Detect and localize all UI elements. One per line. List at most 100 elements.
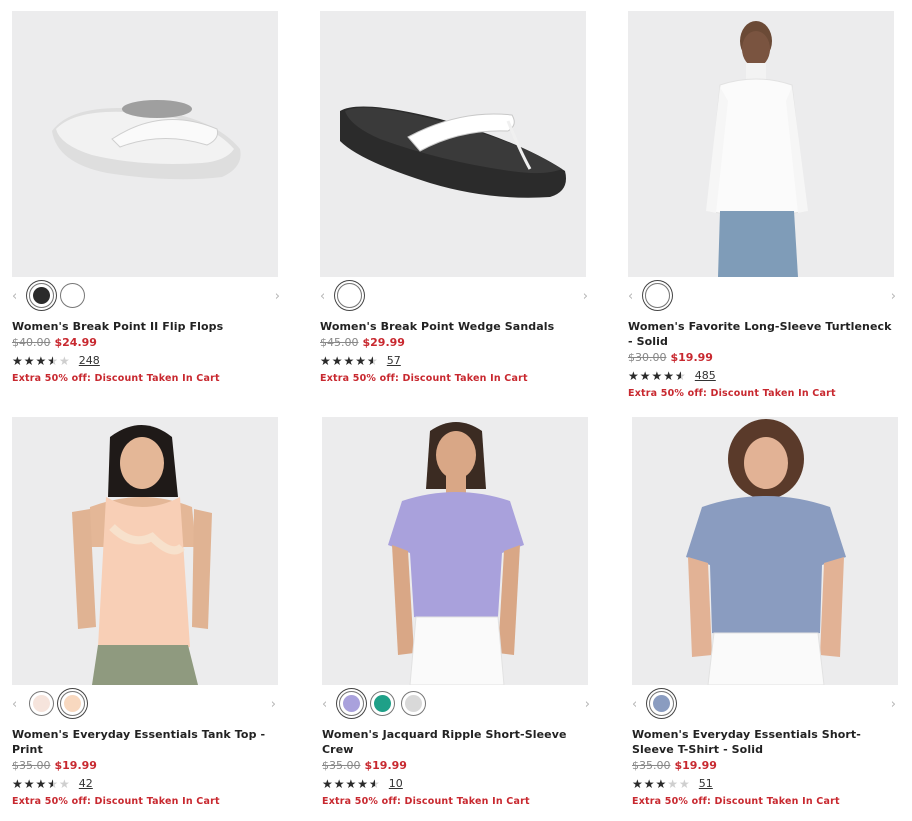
star-filled-icon: ★★★★★ bbox=[12, 353, 53, 368]
chevron-left-icon[interactable]: ‹ bbox=[320, 289, 325, 304]
chevron-left-icon[interactable]: ‹ bbox=[322, 697, 327, 712]
chevron-right-icon[interactable]: › bbox=[585, 697, 590, 712]
sale-price: $29.99 bbox=[362, 336, 405, 349]
product-image[interactable] bbox=[322, 417, 588, 685]
review-count-link[interactable]: 248 bbox=[79, 354, 100, 367]
swatch-color bbox=[33, 287, 50, 304]
star-icon: ★★★★★★★★★★ bbox=[320, 354, 379, 368]
product-card[interactable]: ‹ › Women's Break Point II Flip Flops $4… bbox=[12, 11, 282, 384]
review-count-link[interactable]: 51 bbox=[699, 777, 713, 790]
promo-text: Extra 50% off: Discount Taken In Cart bbox=[320, 373, 528, 384]
product-card[interactable]: ‹ › Women's Favorite Long-Sleeve Turtlen… bbox=[628, 11, 898, 399]
promo-text: Extra 50% off: Discount Taken In Cart bbox=[12, 796, 220, 807]
rating: ★★★★★★★★★★ 51 bbox=[632, 776, 898, 791]
color-swatch[interactable] bbox=[370, 691, 395, 716]
product-card[interactable]: ‹ › Women's Jacquard Ripple Short-Sleeve… bbox=[322, 417, 592, 807]
sale-price: $19.99 bbox=[364, 759, 407, 772]
product-image[interactable] bbox=[12, 11, 278, 277]
product-title[interactable]: Women's Jacquard Ripple Short-Sleeve Cre… bbox=[322, 727, 592, 757]
sale-price: $19.99 bbox=[670, 351, 713, 364]
color-swatch[interactable] bbox=[339, 691, 364, 716]
review-count-link[interactable]: 485 bbox=[695, 369, 716, 382]
product-card[interactable]: ‹ › Women's Everyday Essentials Short-Sl… bbox=[632, 417, 898, 807]
color-swatches bbox=[29, 691, 85, 716]
color-swatch[interactable] bbox=[401, 691, 426, 716]
review-count-link[interactable]: 10 bbox=[389, 777, 403, 790]
chevron-left-icon[interactable]: ‹ bbox=[12, 697, 17, 712]
swatch-color bbox=[33, 695, 50, 712]
product-title[interactable]: Women's Break Point II Flip Flops bbox=[12, 319, 282, 334]
color-swatch[interactable] bbox=[649, 691, 674, 716]
swatch-color bbox=[341, 287, 358, 304]
swatch-color bbox=[649, 287, 666, 304]
product-image[interactable] bbox=[320, 11, 586, 277]
color-swatches bbox=[29, 283, 85, 308]
chevron-right-icon[interactable]: › bbox=[891, 697, 896, 712]
review-count-link[interactable]: 57 bbox=[387, 354, 401, 367]
promo-text: Extra 50% off: Discount Taken In Cart bbox=[632, 796, 840, 807]
model-short-sleeve-tee-image bbox=[686, 419, 846, 685]
color-swatch[interactable] bbox=[60, 283, 85, 308]
chevron-right-icon[interactable]: › bbox=[583, 289, 588, 304]
star-icon: ★★★★★★★★★★ bbox=[12, 777, 71, 791]
color-swatches bbox=[649, 691, 674, 716]
chevron-right-icon[interactable]: › bbox=[275, 289, 280, 304]
star-filled-icon: ★★★★★ bbox=[628, 368, 681, 383]
model-crew-tee-image bbox=[388, 422, 524, 685]
rating: ★★★★★★★★★★ 57 bbox=[320, 353, 590, 368]
sale-price: $19.99 bbox=[54, 759, 97, 772]
color-swatch[interactable] bbox=[29, 283, 54, 308]
color-swatches bbox=[339, 691, 426, 716]
swatch-color bbox=[405, 695, 422, 712]
star-icon: ★★★★★★★★★★ bbox=[628, 369, 687, 383]
flip-flop-image bbox=[52, 100, 241, 180]
chevron-left-icon[interactable]: ‹ bbox=[12, 289, 17, 304]
swatch-color bbox=[64, 287, 81, 304]
star-filled-icon: ★★★★★ bbox=[632, 776, 668, 791]
product-image[interactable] bbox=[12, 417, 278, 685]
chevron-left-icon[interactable]: ‹ bbox=[632, 697, 637, 712]
swatch-color bbox=[653, 695, 670, 712]
star-icon: ★★★★★★★★★★ bbox=[12, 354, 71, 368]
original-price: $30.00 bbox=[628, 351, 667, 364]
product-card[interactable]: ‹ › Women's Everyday Essentials Tank Top… bbox=[12, 417, 278, 807]
product-card[interactable]: ‹ › Women's Break Point Wedge Sandals $4… bbox=[320, 11, 590, 384]
color-swatch[interactable] bbox=[29, 691, 54, 716]
star-filled-icon: ★★★★★ bbox=[322, 776, 375, 791]
rating: ★★★★★★★★★★ 42 bbox=[12, 776, 278, 791]
star-icon: ★★★★★★★★★★ bbox=[322, 777, 381, 791]
original-price: $40.00 bbox=[12, 336, 51, 349]
color-swatches bbox=[645, 283, 670, 308]
color-swatch[interactable] bbox=[645, 283, 670, 308]
model-turtleneck-image bbox=[706, 21, 808, 277]
swatch-color bbox=[64, 695, 81, 712]
promo-text: Extra 50% off: Discount Taken In Cart bbox=[322, 796, 530, 807]
product-image[interactable] bbox=[628, 11, 894, 277]
original-price: $35.00 bbox=[322, 759, 361, 772]
review-count-link[interactable]: 42 bbox=[79, 777, 93, 790]
star-filled-icon: ★★★★★ bbox=[320, 353, 373, 368]
color-swatches bbox=[337, 283, 362, 308]
star-filled-icon: ★★★★★ bbox=[12, 776, 53, 791]
product-title[interactable]: Women's Everyday Essentials Short-Sleeve… bbox=[632, 727, 894, 757]
wedge-sandal-image bbox=[340, 106, 566, 198]
chevron-left-icon[interactable]: ‹ bbox=[628, 289, 633, 304]
original-price: $35.00 bbox=[12, 759, 51, 772]
promo-text: Extra 50% off: Discount Taken In Cart bbox=[12, 373, 220, 384]
product-title[interactable]: Women's Break Point Wedge Sandals bbox=[320, 319, 590, 334]
product-title[interactable]: Women's Favorite Long-Sleeve Turtleneck … bbox=[628, 319, 898, 349]
model-tank-top-image bbox=[72, 425, 212, 685]
chevron-right-icon[interactable]: › bbox=[271, 697, 276, 712]
promo-text: Extra 50% off: Discount Taken In Cart bbox=[628, 388, 836, 399]
chevron-right-icon[interactable]: › bbox=[891, 289, 896, 304]
sale-price: $19.99 bbox=[674, 759, 717, 772]
original-price: $35.00 bbox=[632, 759, 671, 772]
product-image[interactable] bbox=[632, 417, 898, 685]
product-title[interactable]: Women's Everyday Essentials Tank Top - P… bbox=[12, 727, 270, 757]
swatch-color bbox=[343, 695, 360, 712]
rating: ★★★★★★★★★★ 248 bbox=[12, 353, 282, 368]
color-swatch[interactable] bbox=[60, 691, 85, 716]
rating: ★★★★★★★★★★ 485 bbox=[628, 368, 898, 383]
color-swatch[interactable] bbox=[337, 283, 362, 308]
star-icon: ★★★★★★★★★★ bbox=[632, 777, 691, 791]
